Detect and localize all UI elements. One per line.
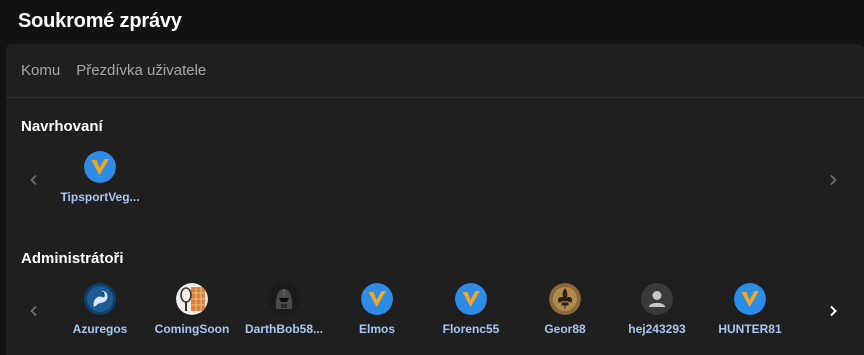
tipsport-logo-icon [84, 151, 116, 183]
chevron-left-icon [30, 305, 37, 317]
admins-prev-arrow[interactable] [23, 300, 45, 322]
chevron-right-icon [830, 174, 837, 186]
message-card: Komu Navrhovaní TipsportVeg... Administr… [6, 44, 864, 355]
chevron-right-icon [830, 305, 837, 317]
dragon-avatar-icon [84, 283, 116, 315]
admin-user[interactable]: Azuregos [54, 283, 146, 336]
suggested-prev-arrow[interactable] [23, 169, 45, 191]
tennis-racket-avatar-icon [176, 283, 208, 315]
admin-user-name: Azuregos [72, 322, 128, 336]
admin-user[interactable]: DarthBob58... [238, 283, 330, 336]
admins-title: Administrátoři [21, 250, 124, 267]
admin-user[interactable]: ComingSoon [146, 283, 238, 336]
tipsport-logo-icon [361, 283, 393, 315]
admins-next-arrow[interactable] [822, 300, 844, 322]
admin-user-name: Florenc55 [442, 322, 500, 336]
admin-user-name: HUNTER81 [718, 322, 782, 336]
default-user-avatar-icon [641, 283, 673, 315]
recipient-input[interactable] [76, 62, 577, 79]
admin-user[interactable]: Elmos [331, 283, 423, 336]
admin-user[interactable]: Florenc55 [425, 283, 517, 336]
suggested-user[interactable]: TipsportVeg... [54, 151, 146, 204]
admin-user[interactable]: hej243293 [611, 283, 703, 336]
suggested-title: Navrhovaní [21, 118, 103, 135]
fleur-de-lis-avatar-icon [549, 283, 581, 315]
admin-user-name: hej243293 [628, 322, 686, 336]
suggested-section: Navrhovaní TipsportVeg... [6, 118, 864, 228]
suggested-user-name: TipsportVeg... [60, 190, 140, 204]
page-header: Soukromé zprávy [0, 0, 864, 44]
recipient-label: Komu [21, 62, 61, 79]
tipsport-logo-icon [734, 283, 766, 315]
suggested-next-arrow[interactable] [822, 169, 844, 191]
admin-user-name: Geor88 [544, 322, 586, 336]
admins-section: Administrátoři Azuregos ComingSoon Darth… [6, 250, 864, 355]
dark-helmet-avatar-icon [268, 283, 300, 315]
recipient-row: Komu [6, 44, 864, 98]
page-title: Soukromé zprávy [18, 10, 182, 32]
admin-user-name: Elmos [358, 322, 395, 336]
admin-user[interactable]: HUNTER81 [704, 283, 796, 336]
admin-user[interactable]: Geor88 [519, 283, 611, 336]
admin-user-name: DarthBob58... [244, 322, 323, 336]
chevron-left-icon [30, 174, 37, 186]
admin-user-name: ComingSoon [154, 322, 230, 336]
tipsport-logo-icon [455, 283, 487, 315]
